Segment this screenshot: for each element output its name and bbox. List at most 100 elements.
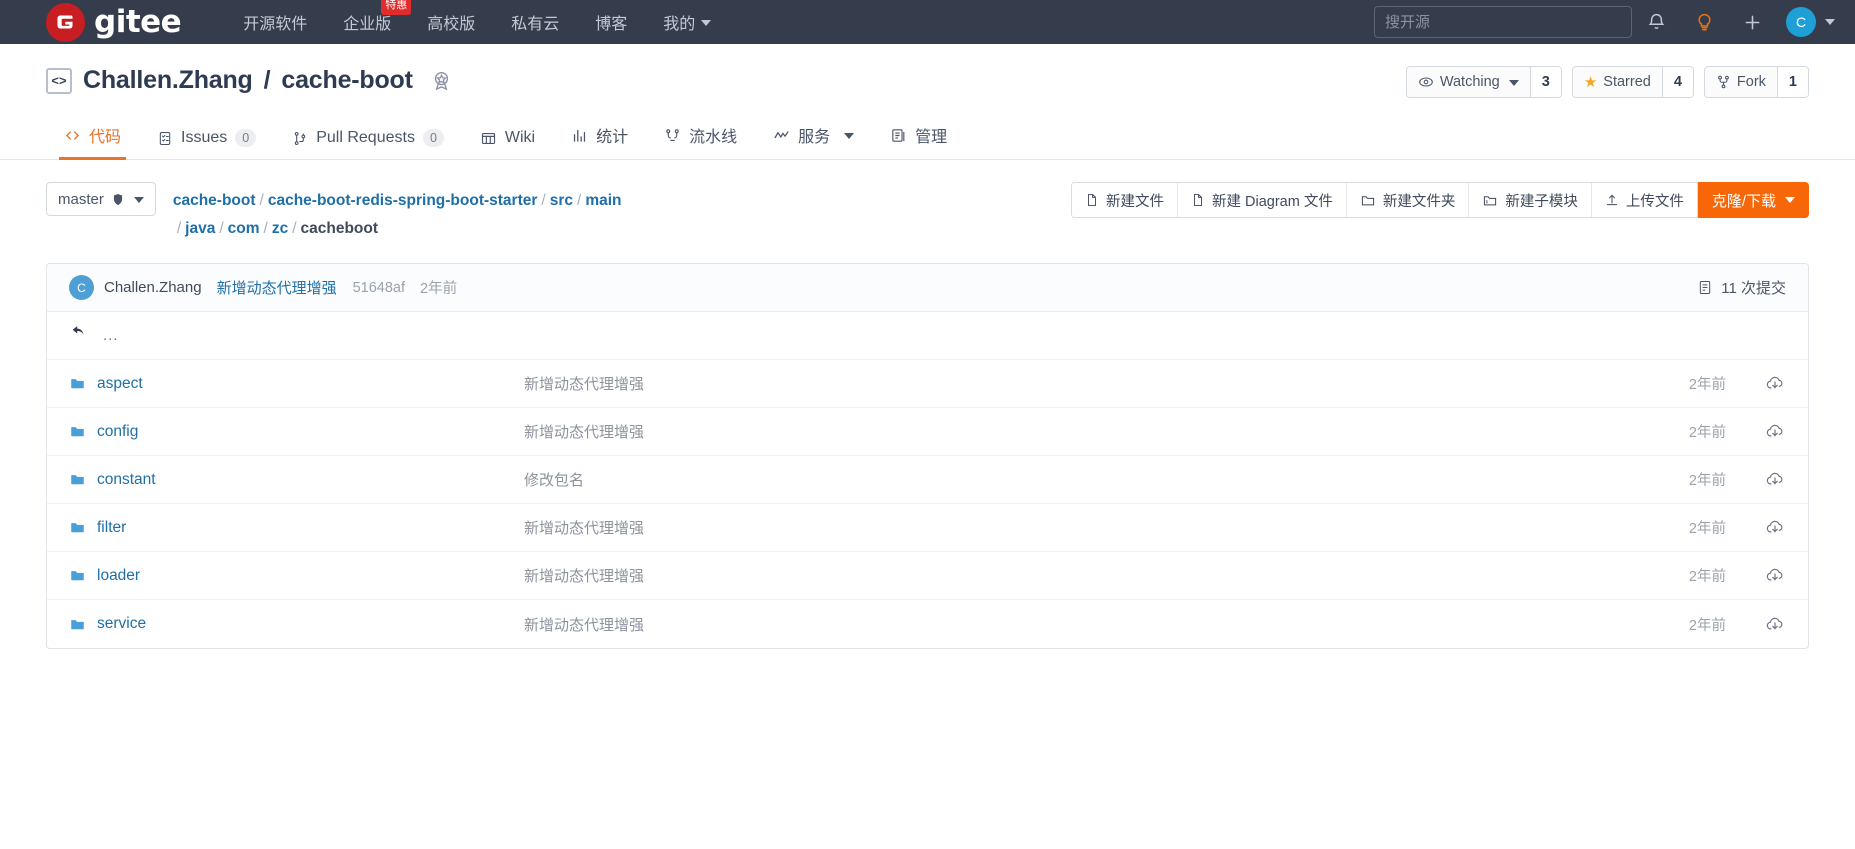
file-name-cell[interactable]: filter: [69, 519, 524, 537]
breadcrumb: cache-boot / cache-boot-redis-spring-boot-…: [173, 182, 622, 243]
clone-download-button[interactable]: 克隆/下载: [1697, 182, 1809, 218]
chevron-down-icon[interactable]: [1825, 19, 1835, 25]
folder-icon: [71, 379, 84, 389]
nav-item-mine[interactable]: 我的: [645, 10, 729, 34]
code-icon: [65, 130, 80, 140]
file-name-cell[interactable]: loader: [69, 567, 524, 585]
table-row[interactable]: aspect 新增动态代理增强 2年前: [47, 360, 1808, 408]
clone-label: 克隆/下载: [1711, 192, 1776, 210]
star-button[interactable]: ★ Starred: [1572, 67, 1662, 97]
download-cloud-icon[interactable]: [1726, 374, 1786, 393]
table-row[interactable]: constant 修改包名 2年前: [47, 456, 1808, 504]
plus-icon[interactable]: [1728, 0, 1776, 44]
nav-item-education[interactable]: 高校版: [409, 10, 493, 34]
watch-button[interactable]: Watching: [1406, 67, 1530, 97]
parent-directory-row[interactable]: ...: [47, 312, 1808, 360]
commit-author-name[interactable]: Challen.Zhang: [104, 279, 202, 296]
tab-code[interactable]: 代码: [46, 112, 139, 160]
file-name-cell[interactable]: service: [69, 615, 524, 633]
breadcrumb-link-com[interactable]: com: [228, 220, 260, 237]
table-row[interactable]: loader 新增动态代理增强 2年前: [47, 552, 1808, 600]
download-cloud-icon[interactable]: [1726, 518, 1786, 537]
breadcrumb-link-src[interactable]: src: [550, 192, 573, 209]
table-row[interactable]: filter 新增动态代理增强 2年前: [47, 504, 1808, 552]
commits-count-label: 11 次提交: [1721, 280, 1786, 297]
chevron-down-icon: [844, 133, 855, 139]
repo-name[interactable]: cache-boot: [281, 66, 413, 95]
parent-directory-label: ...: [103, 327, 119, 344]
tab-services[interactable]: 服务: [755, 112, 872, 159]
watch-button-group: Watching 3: [1405, 66, 1562, 98]
download-cloud-icon[interactable]: [1726, 615, 1786, 634]
avatar[interactable]: C: [1786, 7, 1816, 37]
commit-author-avatar[interactable]: C: [69, 275, 94, 300]
download-cloud-icon[interactable]: [1726, 566, 1786, 585]
commit-sha[interactable]: 51648af: [353, 280, 405, 296]
pipeline-icon: [666, 128, 679, 141]
nav-item-blog[interactable]: 博客: [577, 10, 645, 34]
breadcrumb-separator: /: [541, 192, 546, 209]
file-time: 2年前: [1688, 473, 1726, 489]
branch-selector[interactable]: master: [46, 182, 156, 216]
file-name-cell[interactable]: constant: [69, 471, 524, 489]
repo-owner[interactable]: Challen.Zhang: [83, 66, 253, 95]
search-input[interactable]: [1374, 6, 1632, 38]
file-name-cell[interactable]: aspect: [69, 375, 524, 393]
nav-item-enterprise[interactable]: 企业版 特惠: [325, 0, 412, 34]
breadcrumb-link-java[interactable]: java: [185, 220, 215, 237]
breadcrumb-link-zc[interactable]: zc: [272, 220, 288, 237]
file-time: 2年前: [1688, 569, 1726, 585]
fork-button[interactable]: Fork: [1704, 67, 1777, 97]
fork-icon: [1718, 75, 1729, 89]
download-cloud-icon[interactable]: [1726, 422, 1786, 441]
tab-statistics[interactable]: 统计: [553, 112, 646, 159]
breadcrumb-link-cache-boot[interactable]: cache-boot: [173, 192, 256, 209]
nav-right-group: C: [1374, 0, 1835, 44]
breadcrumb-separator: /: [176, 220, 182, 237]
eye-icon: [1418, 77, 1433, 87]
download-cloud-icon[interactable]: [1726, 470, 1786, 489]
table-row[interactable]: service 新增动态代理增强 2年前: [47, 600, 1808, 648]
new-file-icon: [1088, 193, 1096, 207]
tab-pull-requests[interactable]: Pull Requests 0: [274, 118, 462, 159]
star-count[interactable]: 4: [1661, 67, 1693, 97]
breadcrumb-link-starter[interactable]: cache-boot-redis-spring-boot-starter: [268, 192, 538, 209]
breadcrumb-link-main[interactable]: main: [585, 192, 621, 209]
fork-count[interactable]: 1: [1776, 67, 1808, 97]
repo-toolbar: master cache-boot / cache-boot-redis-sprin…: [0, 160, 1855, 243]
new-folder-button[interactable]: 新建文件夹: [1346, 183, 1470, 217]
new-diagram-file-button[interactable]: 新建 Diagram 文件: [1177, 183, 1347, 217]
branch-name: master: [58, 190, 104, 208]
tab-pipeline[interactable]: 流水线: [646, 112, 755, 159]
folder-icon: [71, 427, 84, 437]
bell-icon[interactable]: [1632, 0, 1680, 44]
tab-issues[interactable]: Issues 0: [139, 118, 274, 159]
pr-icon: [295, 131, 306, 145]
nav-label: 开源软件: [243, 16, 308, 33]
file-commit-message: 新增动态代理增强: [524, 520, 645, 537]
folder-icon: [71, 475, 84, 485]
manage-icon: [892, 128, 905, 142]
star-badge-icon: [430, 69, 453, 92]
upload-file-button[interactable]: 上传文件: [1591, 183, 1697, 217]
file-name: service: [97, 615, 147, 632]
commit-history-link[interactable]: 11 次提交: [1697, 277, 1786, 298]
new-file-button[interactable]: 新建文件: [1071, 183, 1178, 217]
table-row[interactable]: config 新增动态代理增强 2年前: [47, 408, 1808, 456]
watch-count[interactable]: 3: [1529, 67, 1561, 97]
nav-label: 高校版: [427, 16, 476, 33]
new-submodule-button[interactable]: 新建子模块: [1469, 183, 1592, 217]
tab-manage[interactable]: 管理: [872, 112, 965, 159]
nav-item-opensource[interactable]: 开源软件: [225, 10, 325, 34]
nav-item-privatecloud[interactable]: 私有云: [493, 10, 577, 34]
file-name-cell[interactable]: config: [69, 423, 524, 441]
lightbulb-icon[interactable]: [1680, 0, 1728, 44]
tab-count: 0: [422, 129, 444, 147]
gitee-logo[interactable]: gitee: [46, 2, 182, 42]
commit-message[interactable]: 新增动态代理增强: [217, 277, 337, 298]
tab-wiki[interactable]: Wiki: [462, 118, 553, 159]
repo-action-buttons: Watching 3 ★ Starred 4 Fork 1: [1405, 66, 1809, 98]
fork-button-group: Fork 1: [1703, 66, 1809, 98]
file-action-buttons: 新建文件 新建 Diagram 文件 新建文件夹 新建子模块 上传文件 克隆/下…: [1070, 182, 1809, 218]
repo-separator: /: [263, 66, 271, 94]
